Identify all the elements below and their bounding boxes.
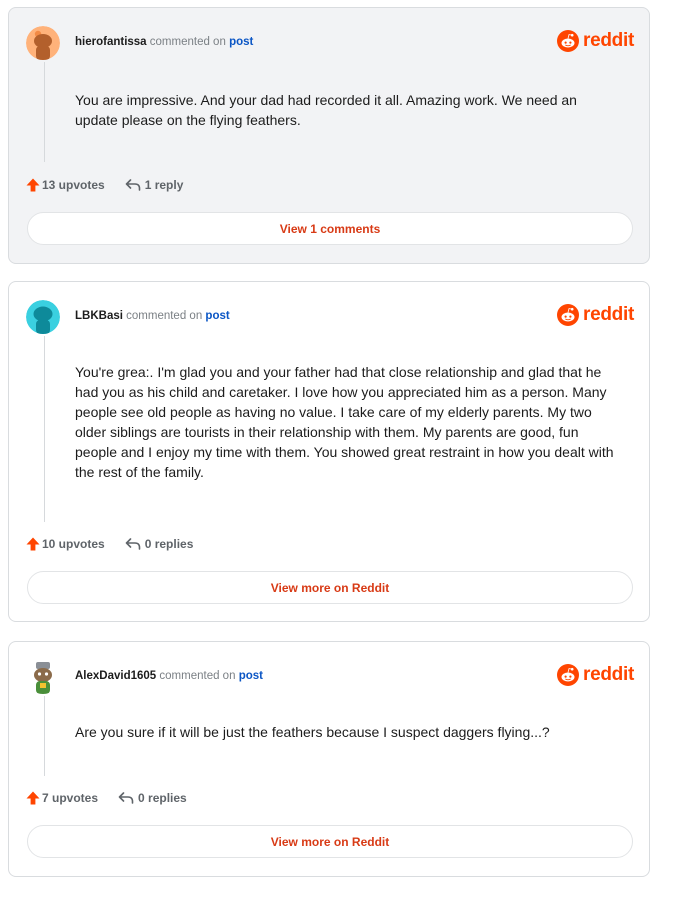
upvote-button[interactable]: 10 upvotes — [26, 537, 105, 551]
reddit-logo[interactable]: reddit — [557, 30, 634, 52]
upvote-arrow-icon — [26, 178, 40, 192]
post-link[interactable]: post — [229, 36, 253, 48]
comment-card: hierofantissa commented on post reddit Y… — [8, 7, 650, 264]
view-more-on-reddit-button[interactable]: View more on Reddit — [27, 571, 633, 604]
commented-on-text: commented on — [149, 36, 226, 48]
upvote-arrow-icon — [26, 791, 40, 805]
reply-count: 1 reply — [144, 178, 184, 192]
comment-text: Are you sure if it will be just the feat… — [75, 724, 550, 740]
view-comments-button[interactable]: View 1 comments — [27, 212, 633, 245]
reply-arrow-icon — [125, 179, 141, 191]
comment-card: AlexDavid1605 commented on post reddit A… — [8, 641, 650, 877]
reddit-snoo-icon — [557, 664, 580, 686]
comment-card: LBKBasi commented on post reddit You're … — [8, 281, 650, 622]
view-more-on-reddit-button[interactable]: View more on Reddit — [27, 825, 633, 858]
commented-on-text: commented on — [126, 310, 203, 322]
upvote-button[interactable]: 7 upvotes — [26, 791, 98, 805]
reply-button[interactable]: 1 reply — [125, 178, 184, 192]
reply-count: 0 replies — [138, 791, 187, 805]
comment-actions: 10 upvotes 0 replies — [26, 537, 193, 551]
thread-line — [44, 336, 45, 522]
user-avatar[interactable] — [26, 660, 60, 694]
upvote-button[interactable]: 13 upvotes — [26, 178, 105, 192]
comment-text: You are impressive. And your dad had rec… — [75, 92, 577, 128]
upvote-count: 7 upvotes — [42, 791, 99, 805]
comment-header: LBKBasi commented on post — [75, 310, 230, 322]
comment-header: hierofantissa commented on post — [75, 36, 253, 48]
reddit-wordmark: reddit — [583, 304, 634, 325]
thread-line — [44, 62, 45, 162]
upvote-arrow-icon — [26, 537, 40, 551]
username[interactable]: LBKBasi — [75, 310, 123, 322]
comment-header: AlexDavid1605 commented on post — [75, 670, 263, 682]
comment-actions: 7 upvotes 0 replies — [26, 791, 187, 805]
thread-line — [44, 696, 45, 776]
reddit-logo[interactable]: reddit — [557, 664, 634, 686]
reply-count: 0 replies — [144, 537, 194, 551]
post-link[interactable]: post — [205, 310, 229, 322]
user-avatar[interactable] — [26, 26, 60, 60]
reply-button[interactable]: 0 replies — [125, 537, 194, 551]
reddit-wordmark: reddit — [583, 664, 634, 685]
reply-arrow-icon — [125, 538, 141, 550]
reply-button[interactable]: 0 replies — [118, 791, 187, 805]
comment-actions: 13 upvotes 1 reply — [26, 178, 183, 192]
reply-arrow-icon — [118, 792, 134, 804]
reddit-wordmark: reddit — [583, 30, 634, 51]
username[interactable]: AlexDavid1605 — [75, 670, 156, 682]
reddit-logo[interactable]: reddit — [557, 304, 634, 326]
username[interactable]: hierofantissa — [75, 36, 147, 48]
commented-on-text: commented on — [159, 670, 236, 682]
post-link[interactable]: post — [239, 670, 263, 682]
reddit-snoo-icon — [557, 30, 580, 52]
user-avatar[interactable] — [26, 300, 60, 334]
upvote-count: 13 upvotes — [42, 178, 105, 192]
upvote-count: 10 upvotes — [42, 537, 105, 551]
reddit-snoo-icon — [557, 304, 580, 326]
comment-text: You're grea:. I'm glad you and your fath… — [75, 364, 614, 480]
